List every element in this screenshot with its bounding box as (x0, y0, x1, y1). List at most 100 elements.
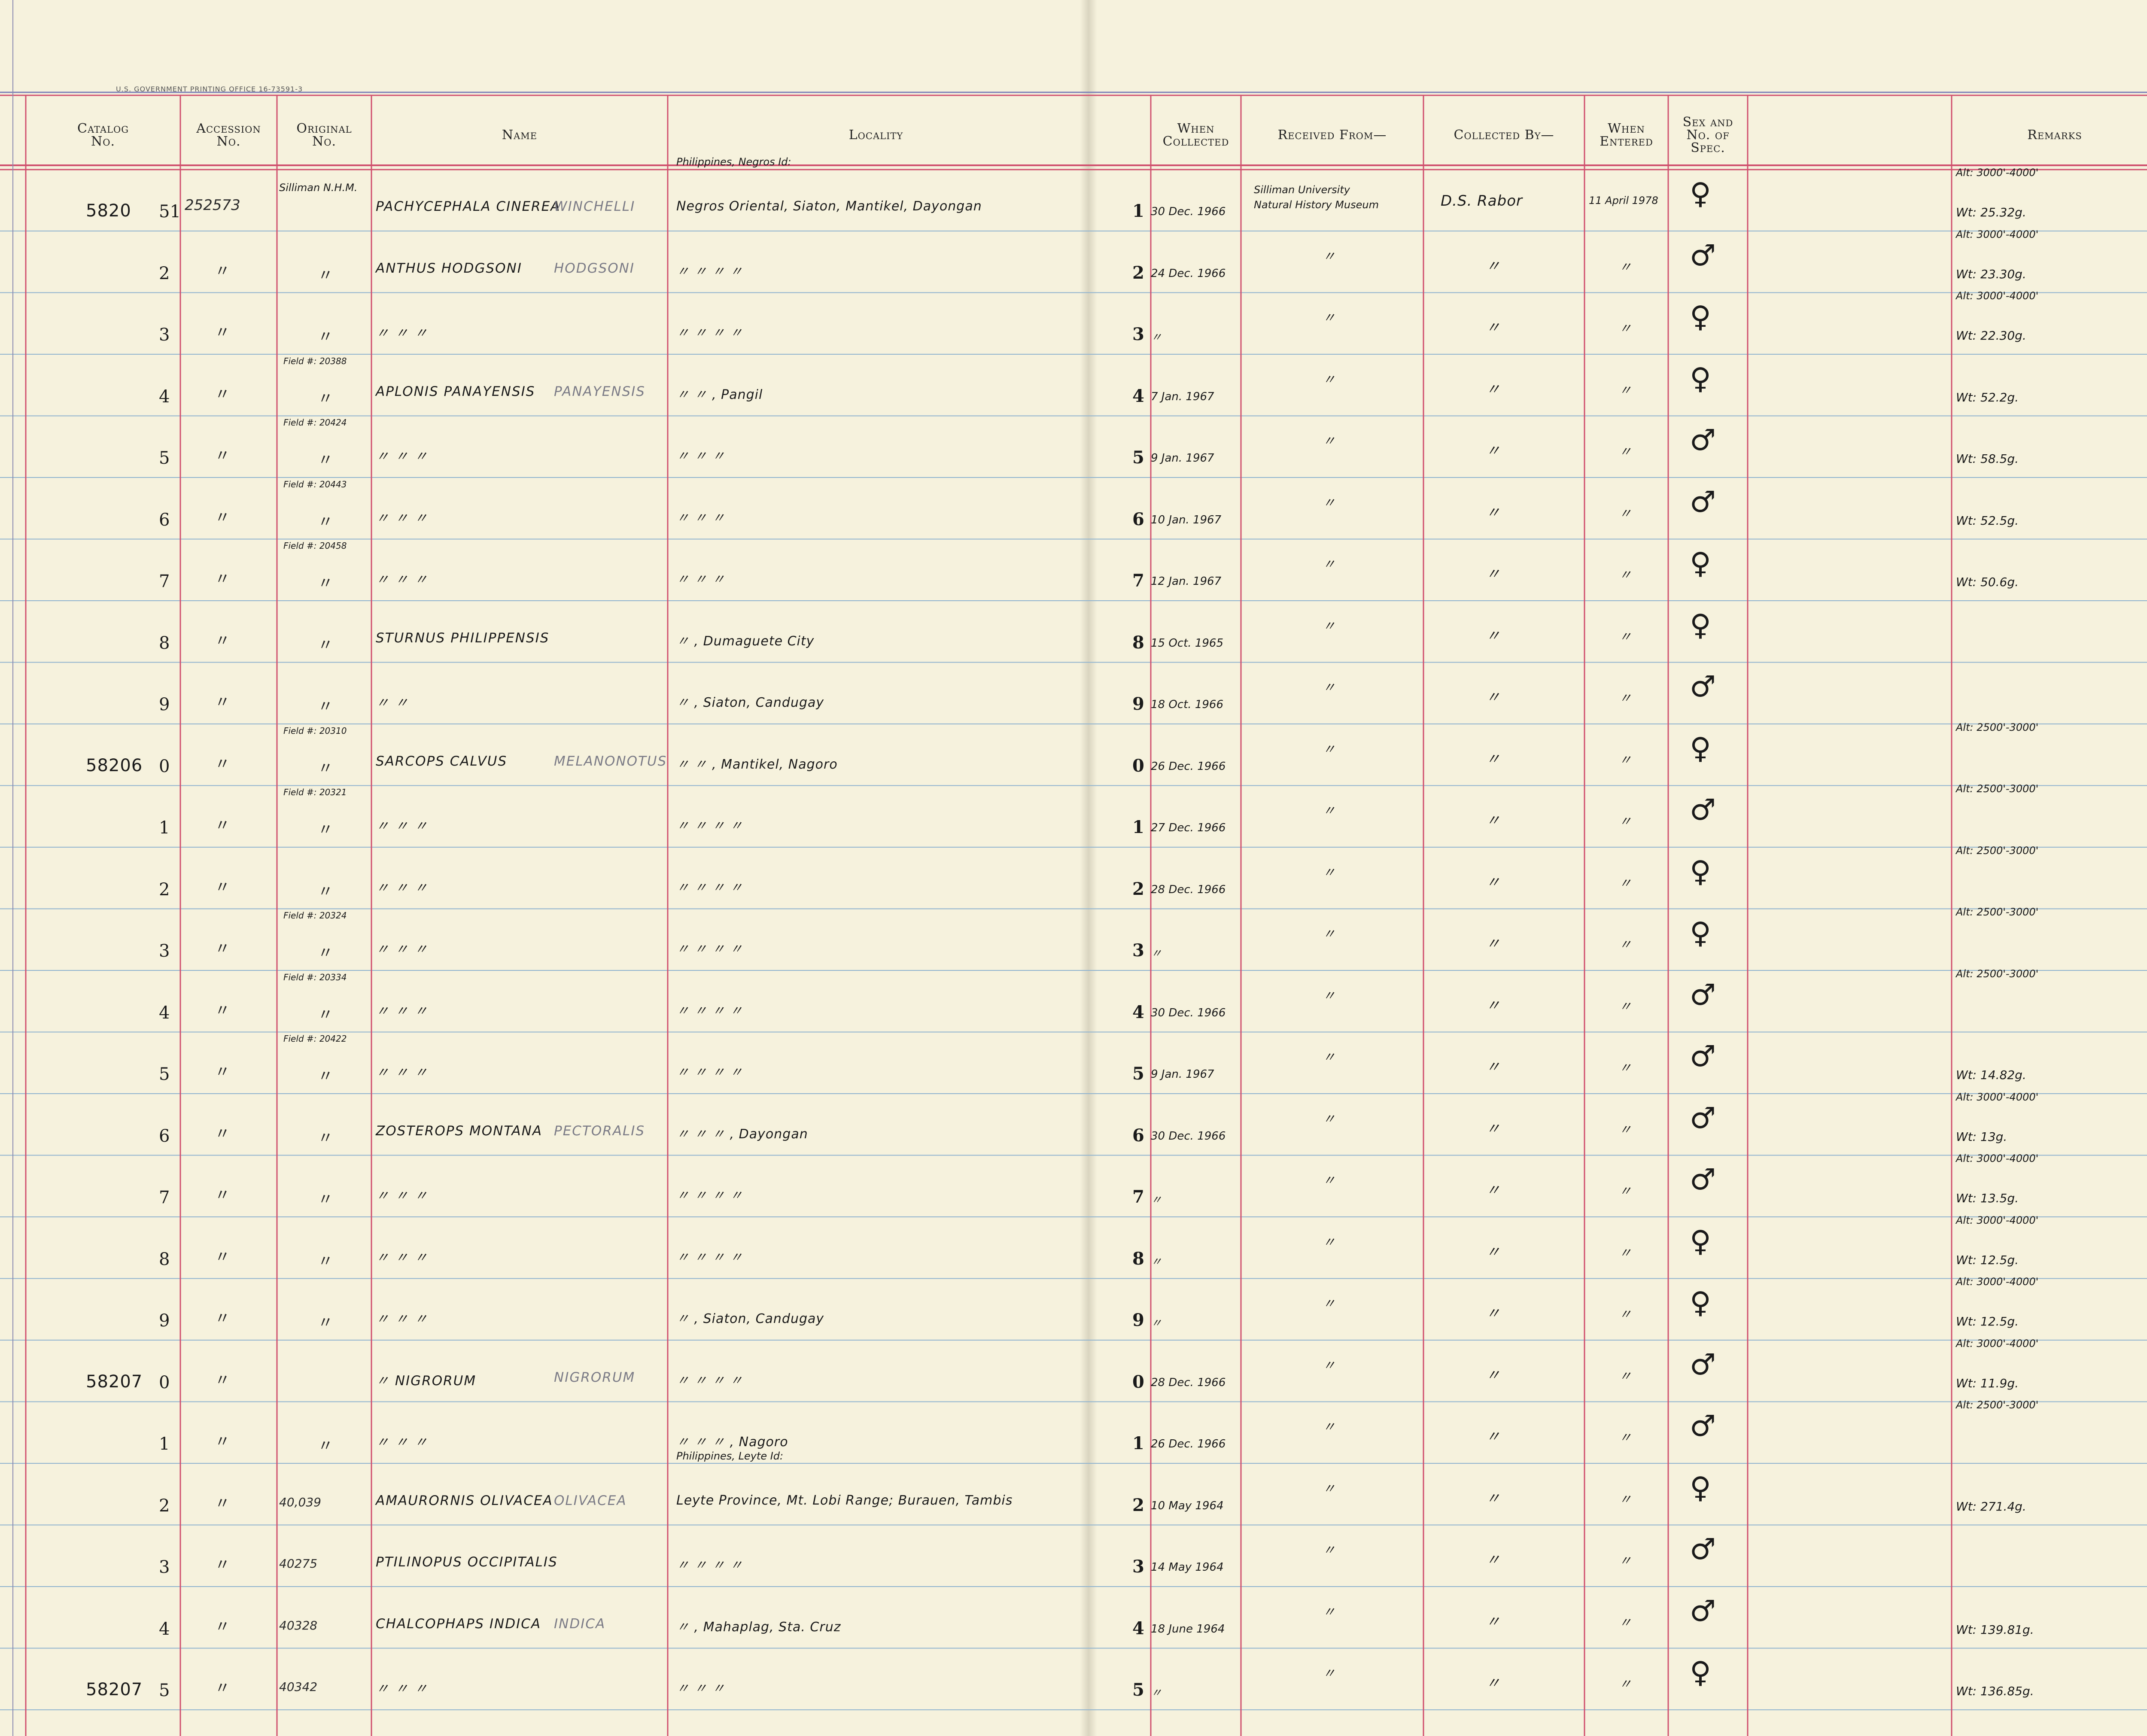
accession-no: 〃 (215, 817, 231, 834)
male-symbol-icon: ♂ (1690, 1347, 1716, 1382)
catalog-digit: 0 (159, 1372, 170, 1392)
catalog-digit: 2 (159, 1496, 170, 1516)
female-symbol-icon: ♀ (1690, 608, 1711, 642)
collected-by: D.S. Rabor (1441, 192, 1523, 210)
when-entered: 〃 (1619, 1677, 1632, 1692)
remark-weight: Wt: 12.5g. (1956, 1314, 2019, 1329)
received-from: 〃 (1323, 742, 1335, 757)
specimen-name: 〃 〃 〃 (376, 510, 429, 526)
subspecies-name: nigrorum (554, 1369, 636, 1385)
specimen-name: 〃 nigrorum (376, 1373, 477, 1389)
collected-date: 〃 (1151, 947, 1162, 960)
collected-by: 〃 (1486, 812, 1501, 829)
collected-date: 〃 (1151, 1317, 1162, 1330)
catalog-prefix: 5820 (86, 201, 131, 221)
header-catalog-no: Catalog No. (77, 121, 129, 149)
accession-no: 〃 (215, 693, 231, 711)
catalog-digit: 7 (159, 1188, 170, 1207)
accession-no: 〃 (215, 1371, 231, 1389)
remark-altitude: Alt: 2500'-3000' (1956, 906, 2039, 918)
accession-no: 〃 (215, 1433, 231, 1450)
locality-text: 〃 〃 〃 〃 (676, 818, 743, 833)
specimen-name: Amaurornis olivacea (376, 1493, 553, 1508)
when-entered: 〃 (1619, 691, 1632, 706)
catalog-digit: 9 (159, 695, 170, 714)
collected-date: 30 Dec. 1966 (1151, 205, 1226, 218)
collected-by: 〃 (1486, 1428, 1501, 1445)
when-entered: 〃 (1619, 1122, 1632, 1137)
when-entered: 〃 (1619, 1061, 1632, 1076)
specimen-name: Zosterops montana (376, 1123, 543, 1139)
specimen-name: 〃 〃 〃 (376, 449, 429, 464)
received-from-line2: Natural History Museum (1254, 199, 1379, 211)
when-entered: 〃 (1619, 506, 1632, 521)
received-from: 〃 (1323, 1604, 1335, 1620)
when-entered: 〃 (1619, 937, 1632, 952)
field-number-note: Field #: 20334 (283, 972, 347, 982)
female-symbol-icon: ♀ (1690, 1471, 1711, 1505)
when-entered: 〃 (1619, 1430, 1632, 1445)
female-symbol-icon: ♀ (1690, 547, 1711, 581)
collected-by: 〃 (1486, 565, 1501, 583)
collected-date: 10 Jan. 1967 (1151, 513, 1222, 526)
locality-text: 〃 , Siaton, Candugay (676, 695, 824, 710)
specimen-name: 〃 〃 〃 (376, 1311, 429, 1327)
specimen-name: 〃 〃 〃 (376, 1681, 429, 1696)
when-entered: 〃 (1619, 999, 1632, 1014)
remark-altitude: Alt: 2500'-3000' (1956, 721, 2039, 733)
accession-no: 〃 (215, 508, 231, 526)
accession-no: 252573 (185, 197, 240, 214)
header-collected-by: Collected By— (1454, 128, 1554, 143)
field-number-note: Field #: 20388 (283, 356, 347, 366)
when-entered: 〃 (1619, 1307, 1632, 1322)
collected-day-digit: 2 (1132, 879, 1144, 899)
original-no: 〃 (318, 1191, 334, 1208)
accession-no: 〃 (215, 1556, 231, 1574)
locality-text: 〃 〃 〃 (676, 1681, 726, 1696)
header-received-from: Received From— (1277, 128, 1387, 143)
original-no: 〃 (318, 328, 334, 346)
field-number-note: Field #: 20324 (283, 910, 347, 921)
collected-by: 〃 (1486, 380, 1501, 398)
original-no: 〃 (318, 1067, 334, 1085)
female-symbol-icon: ♀ (1690, 1224, 1711, 1259)
collected-by: 〃 (1486, 1182, 1501, 1199)
catalog-digit: 3 (159, 1557, 170, 1577)
remark-altitude: Alt: 3000'-4000' (1956, 1276, 2039, 1288)
header-when-entered: When Entered (1600, 121, 1653, 149)
collected-date: 7 Jan. 1967 (1151, 390, 1214, 403)
collected-day-digit: 2 (1132, 1495, 1144, 1515)
catalog-digit: 5 (159, 1681, 170, 1700)
remark-weight: Wt: 50.6g. (1956, 575, 2019, 589)
received-from: 〃 (1323, 434, 1335, 449)
collected-day-digit: 5 (1132, 1680, 1144, 1700)
male-symbol-icon: ♂ (1690, 793, 1716, 827)
when-entered: 〃 (1619, 568, 1632, 583)
received-from: 〃 (1323, 495, 1335, 511)
catalog-digit: 6 (159, 1126, 170, 1146)
original-no: 〃 (318, 451, 334, 469)
catalog-digit: 2 (159, 879, 170, 900)
remark-altitude: Alt: 2500'-3000' (1956, 783, 2039, 795)
when-entered: 〃 (1619, 814, 1632, 829)
original-no: 〃 (318, 821, 334, 839)
received-from: 〃 (1323, 1111, 1335, 1127)
locality-text: Leyte Province, Mt. Lobi Range; Burauen,… (676, 1493, 1013, 1508)
specimen-name: Sturnus philippensis (376, 630, 550, 646)
collected-by: 〃 (1486, 1551, 1501, 1569)
original-no: 〃 (318, 698, 334, 715)
received-from: 〃 (1323, 1234, 1335, 1250)
header-accession-no: Accession No. (196, 121, 261, 149)
printer-imprint: U.S. GOVERNMENT PRINTING OFFICE 16-73591… (116, 85, 303, 93)
received-from: 〃 (1323, 618, 1335, 634)
when-entered: 〃 (1619, 1245, 1632, 1261)
subspecies-name: melanonotus (554, 753, 667, 769)
collected-by: 〃 (1486, 1058, 1501, 1076)
received-from: 〃 (1323, 310, 1335, 325)
original-no: 40275 (279, 1557, 318, 1571)
collected-by: 〃 (1486, 935, 1501, 952)
locality-text: 〃 〃 , Pangil (676, 387, 763, 402)
specimen-name: 〃 〃 〃 (376, 1188, 429, 1204)
field-number-note: Field #: 20443 (283, 479, 347, 489)
catalog-prefix: 58207 (86, 1680, 143, 1700)
